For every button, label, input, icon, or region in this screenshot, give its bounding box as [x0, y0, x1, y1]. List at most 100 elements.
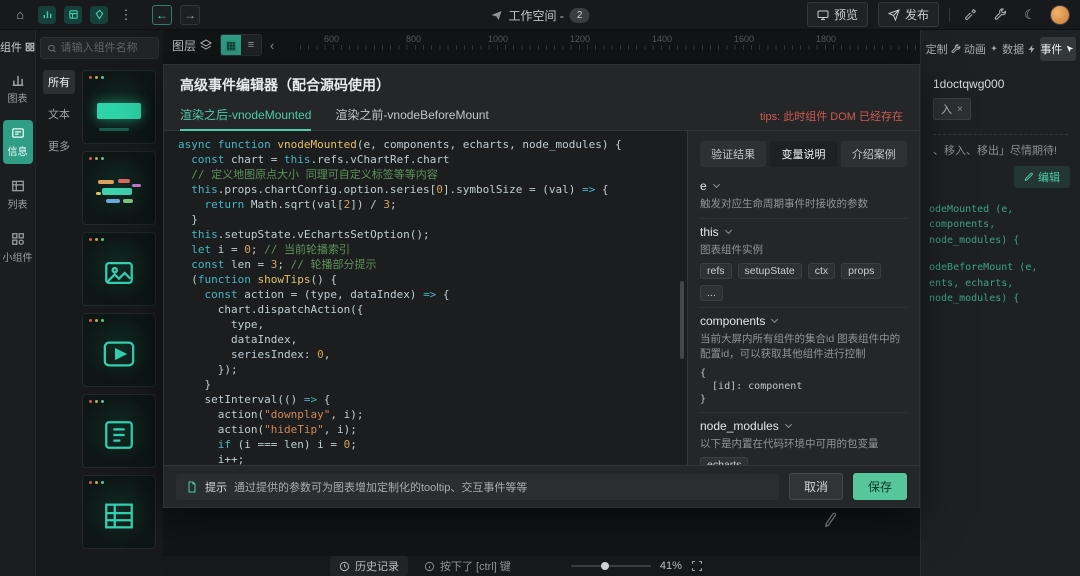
settings-tabs: 定制 动画 数据 事件	[921, 30, 1080, 68]
variable-description: 图表组件实例	[700, 243, 907, 258]
code-scrollbar[interactable]	[680, 281, 684, 359]
category-tab[interactable]: 文本	[43, 102, 75, 126]
variable-section-header[interactable]: node_modules	[700, 419, 907, 433]
chevron-down-icon	[713, 181, 720, 188]
code-line: if (i === len) i = 0;	[178, 437, 687, 452]
image-icon	[99, 256, 139, 290]
code-line: action("downplay", i);	[178, 407, 687, 422]
tab-data[interactable]: 数据	[1002, 37, 1038, 61]
redo-button[interactable]: →	[180, 5, 200, 25]
code-editor[interactable]: async function vnodeMounted(e, component…	[164, 131, 687, 465]
undo-button[interactable]: ←	[152, 5, 172, 25]
collapse-panel-button[interactable]: ‹	[270, 38, 274, 53]
word-cloud-thumbnail[interactable]	[82, 151, 156, 225]
rail-item-list[interactable]: 列表	[3, 173, 33, 217]
material-app-icon[interactable]	[90, 6, 108, 24]
code-line: return Math.sqrt(val[2]) / 3;	[178, 197, 687, 212]
template-app-icon[interactable]	[64, 6, 82, 24]
history-button[interactable]: 历史记录	[330, 556, 408, 576]
edit-button[interactable]: 编辑	[1014, 166, 1070, 188]
monitor-icon	[817, 9, 829, 21]
variable-section-header[interactable]: components	[700, 314, 907, 328]
settings-panel: 定制 动画 数据 事件 1doctqwg000 入 × 、移入、移	[920, 30, 1080, 576]
clock-icon	[339, 561, 350, 572]
tools-icon[interactable]	[960, 5, 980, 25]
rail-title: 组件	[0, 39, 35, 55]
info-card-thumbnail[interactable]	[82, 70, 156, 144]
table-thumbnail[interactable]	[82, 475, 156, 549]
docs-tab[interactable]: 变量说明	[770, 141, 836, 167]
modal-tip: tips: 此时组件 DOM 已经存在	[760, 108, 903, 124]
variable-tag[interactable]: setupState	[738, 263, 802, 279]
ruler-number: 1200	[570, 34, 652, 44]
preview-button[interactable]: 预览	[807, 2, 868, 27]
dark-mode-icon[interactable]: ☾	[1020, 5, 1040, 25]
tab-events[interactable]: 事件	[1040, 37, 1076, 61]
save-button[interactable]: 保存	[853, 473, 907, 500]
chevron-down-icon	[771, 316, 778, 323]
publish-button[interactable]: 发布	[878, 2, 939, 27]
avatar[interactable]	[1050, 5, 1070, 25]
component-search[interactable]	[40, 37, 159, 59]
ruler-number: 1800	[816, 34, 898, 44]
variable-tag[interactable]: refs	[700, 263, 732, 279]
docs-tab[interactable]: 介绍案例	[841, 141, 907, 167]
more-menu-icon[interactable]: ⋮	[116, 5, 136, 25]
variable-tag[interactable]: ctx	[808, 263, 835, 279]
hint-text: 通过提供的参数可为图表增加定制化的tooltip、交互事件等等	[234, 479, 527, 495]
rail-item-charts[interactable]: 图表	[3, 67, 33, 111]
home-icon[interactable]: ⌂	[10, 5, 30, 25]
video-thumbnail[interactable]	[82, 313, 156, 387]
grid-view-button[interactable]: ▦	[221, 35, 241, 55]
lifecycle-tab[interactable]: 渲染之后-vnodeMounted	[180, 101, 311, 131]
wrench-icon[interactable]	[990, 5, 1010, 25]
form-icon	[100, 418, 138, 452]
modal-title: 高级事件编辑器（配合源码使用）	[164, 65, 919, 101]
window-dots	[89, 319, 104, 322]
layers-button[interactable]: 图层	[172, 37, 212, 54]
search-input[interactable]	[61, 42, 152, 54]
event-editor-modal: 高级事件编辑器（配合源码使用） 渲染之后-vnodeMounted 渲染之前-vn…	[163, 64, 920, 508]
sparkle-icon	[989, 44, 999, 54]
ruler-number: 600	[324, 34, 406, 44]
layers-icon	[200, 39, 212, 51]
variable-tag[interactable]: echarts	[700, 457, 748, 465]
event-code-line: ents, echarts, node_modules) {	[929, 276, 1076, 307]
list-view-button[interactable]: ≡	[241, 35, 261, 55]
close-icon[interactable]: ×	[957, 104, 963, 115]
lifecycle-tab[interactable]: 渲染之前-vnodeBeforeMount	[335, 101, 488, 131]
category-tab[interactable]: 所有	[43, 70, 75, 94]
rail-item-info[interactable]: 信息	[3, 120, 33, 164]
cancel-button[interactable]: 取消	[789, 473, 843, 500]
event-code-preview: odeMounted (e, components,node_modules) …	[921, 194, 1080, 307]
tab-customize[interactable]: 定制	[925, 37, 961, 61]
variable-section-header[interactable]: this	[700, 225, 907, 239]
chart-app-icon[interactable]	[38, 6, 56, 24]
fit-screen-icon[interactable]	[691, 560, 703, 572]
component-id: 1doctqwg000	[921, 68, 1080, 96]
video-icon	[99, 337, 139, 371]
variable-tags: echarts	[700, 457, 907, 465]
event-chip-row: 入 ×	[921, 96, 1080, 122]
view-toggle: ▦ ≡	[220, 34, 262, 56]
docs-tab[interactable]: 验证结果	[700, 141, 766, 167]
variable-tag[interactable]: ...	[700, 285, 723, 301]
pen-cursor-icon	[822, 511, 841, 530]
ruler-ticks	[300, 45, 920, 50]
docs-tab-bar: 验证结果变量说明介绍案例	[700, 141, 907, 167]
tab-animation[interactable]: 动画	[963, 37, 999, 61]
variable-section-header[interactable]: e	[700, 179, 907, 193]
variable-tag[interactable]: props	[841, 263, 881, 279]
code-line: type,	[178, 317, 687, 332]
category-tab[interactable]: 更多	[43, 134, 75, 158]
window-dots	[89, 481, 104, 484]
bottom-toolbar: 历史记录 按下了 [ctrl] 键 41%	[163, 556, 920, 576]
form-thumbnail[interactable]	[82, 394, 156, 468]
window-dots	[89, 157, 104, 160]
image-thumbnail[interactable]	[82, 232, 156, 306]
event-tag-chip[interactable]: 入 ×	[933, 98, 971, 120]
variable-name: e	[700, 179, 707, 193]
zoom-slider-handle[interactable]	[601, 562, 609, 570]
zoom-slider[interactable]	[571, 565, 651, 567]
rail-item-widgets[interactable]: 小组件	[3, 226, 33, 270]
